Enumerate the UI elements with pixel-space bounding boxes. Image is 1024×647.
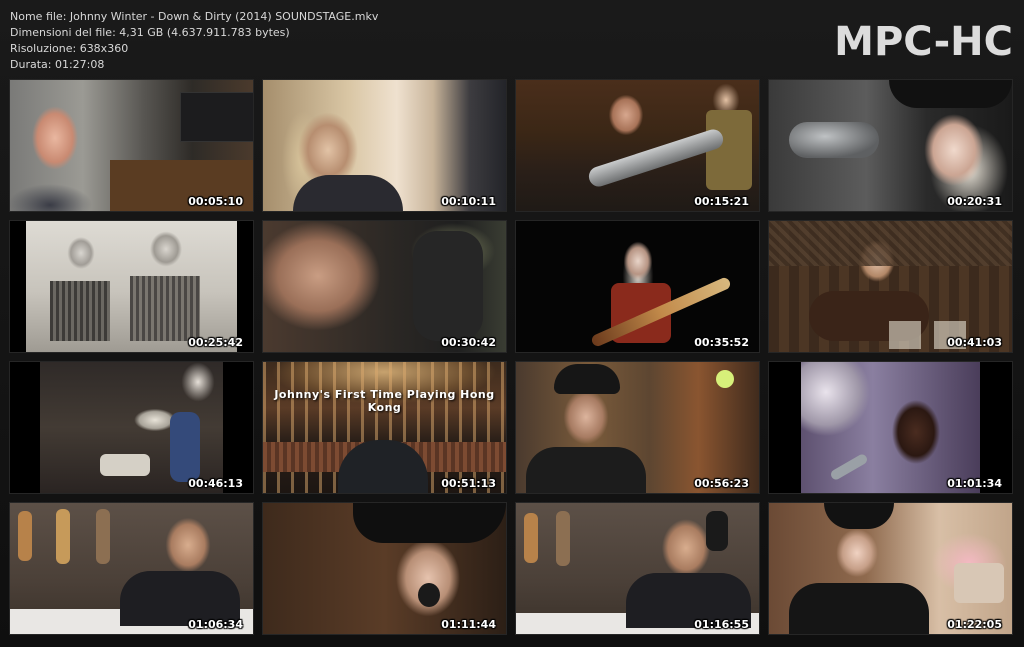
thumbnail-timestamp: 01:11:44 [441, 618, 496, 631]
letterbox-right [980, 362, 1012, 493]
thumbnail[interactable]: 01:22:05 [769, 503, 1012, 634]
thumbnail[interactable]: 00:46:13 [10, 362, 253, 493]
glass [889, 321, 921, 349]
file-info-header: Nome file: Johnny Winter - Down & Dirty … [10, 9, 378, 73]
scene-singer-microphone [801, 362, 980, 493]
wall-guitar [96, 509, 110, 564]
wall-guitar [524, 513, 538, 563]
thumbnail[interactable]: 01:16:55 [516, 503, 759, 634]
ornate-wood-panel [769, 221, 1012, 266]
letterbox-right [223, 362, 253, 493]
cowboy-hat [353, 503, 506, 543]
thumbnail-timestamp: 00:15:21 [694, 195, 749, 208]
thumbnail-timestamp: 00:41:03 [947, 336, 1002, 349]
drum [100, 454, 150, 476]
car-headrest [413, 231, 483, 341]
microphone [418, 583, 440, 607]
thumbnail[interactable]: 00:25:42 [10, 221, 253, 352]
app-logo: MPC-HC [834, 19, 1013, 65]
thumbnail[interactable]: 00:15:21 [516, 80, 759, 211]
studio-microphone [789, 122, 879, 158]
thumbnail[interactable]: Johnny's First Time Playing Hong Kong 00… [263, 362, 506, 493]
black-shirt [789, 583, 929, 634]
dark-shirt [293, 175, 403, 211]
thumbnail[interactable]: 00:10:11 [263, 80, 506, 211]
wall-guitar [56, 509, 70, 564]
wall-guitar [18, 511, 32, 561]
thumbnail-timestamp: 00:25:42 [188, 336, 243, 349]
thumbnail[interactable]: 00:30:42 [263, 221, 506, 352]
thumbnail-timestamp: 01:06:34 [188, 618, 243, 631]
neon-sign [716, 370, 734, 388]
striped-shirt-boy [50, 281, 110, 341]
cowboy-hat [889, 80, 1012, 108]
thumbnail-timestamp: 00:05:10 [188, 195, 243, 208]
thumbnail[interactable]: 00:20:31 [769, 80, 1012, 211]
thumbnail[interactable]: 01:11:44 [263, 503, 506, 634]
striped-shirt-boy-2 [130, 276, 200, 341]
thumbnail-timestamp: 00:56:23 [694, 477, 749, 490]
file-name-line: Nome file: Johnny Winter - Down & Dirty … [10, 10, 379, 23]
wall-guitar [556, 511, 570, 566]
thumbnail-timestamp: 00:46:13 [188, 477, 243, 490]
thumbnail-timestamp: 00:35:52 [694, 336, 749, 349]
letterbox-left [769, 362, 801, 493]
thumbnail-timestamp: 00:30:42 [441, 336, 496, 349]
bus-seat [954, 563, 1004, 603]
thumbnail-timestamp: 00:10:11 [441, 195, 496, 208]
resolution-line: Risoluzione: 638x360 [10, 42, 129, 55]
thumbnail-timestamp: 01:16:55 [694, 618, 749, 631]
thumbnail-timestamp: 01:22:05 [947, 618, 1002, 631]
thumbnail-timestamp: 01:01:34 [947, 477, 1002, 490]
thumbnail[interactable]: 00:05:10 [10, 80, 253, 211]
stereo-equipment [180, 92, 253, 142]
thumbnail-timestamp: 00:51:13 [441, 477, 496, 490]
leather-jacket [526, 447, 646, 493]
thumbnail-timestamp: 00:20:31 [947, 195, 1002, 208]
thumbnail[interactable]: 00:41:03 [769, 221, 1012, 352]
thumbnail[interactable]: 01:06:34 [10, 503, 253, 634]
baseball-cap [554, 364, 620, 394]
duration-line: Durata: 01:27:08 [10, 58, 105, 71]
thumbnail[interactable]: 00:35:52 [516, 221, 759, 352]
letterbox-left [10, 362, 40, 493]
letterbox-right [237, 221, 253, 352]
thumbnail[interactable]: 01:01:34 [769, 362, 1012, 493]
scene-caption: Johnny's First Time Playing Hong Kong [274, 388, 495, 414]
wall-guitar [706, 511, 728, 551]
video-thumbnail-sheet: Nome file: Johnny Winter - Down & Dirty … [0, 0, 1024, 647]
file-size-line: Dimensioni del file: 4,31 GB (4.637.911.… [10, 26, 290, 39]
thumbnail[interactable]: 00:56:23 [516, 362, 759, 493]
letterbox-left [10, 221, 26, 352]
blue-shirt-figure [170, 412, 200, 482]
